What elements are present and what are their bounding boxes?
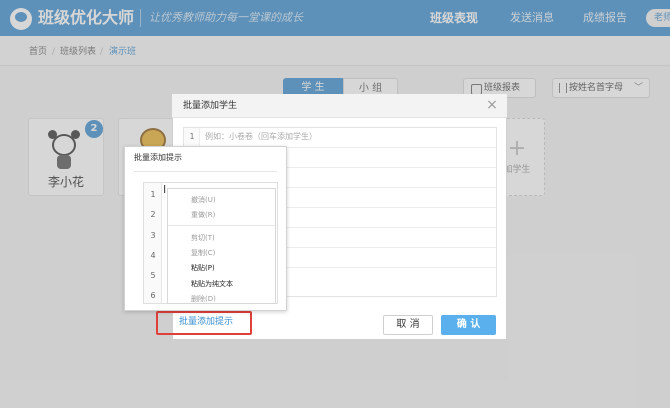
dialog-title: 批量添加学生 [183,101,238,111]
divider [134,171,277,172]
menu-item-paste[interactable]: 粘贴(P) [191,263,215,273]
line-number: 4 [150,251,156,260]
line-number: 1 [150,190,156,199]
menu-item-cut[interactable]: 剪切(T) [191,233,215,243]
line-number: 2 [150,210,156,219]
menu-item-redo[interactable]: 重做(R) [191,210,215,220]
line-number: 5 [150,271,156,280]
editor-placeholder: 例如：小卷卷（回车添加学生） [205,132,317,141]
cancel-button[interactable]: 取 消 [383,315,433,335]
line-number-gutter [144,183,162,303]
menu-item-copy[interactable]: 复制(C) [191,248,215,258]
menu-separator [168,225,275,226]
confirm-button[interactable]: 确 认 [441,315,496,335]
menu-item-undo[interactable]: 撤消(U) [191,195,216,205]
line-number: 1 [189,132,195,141]
hint-title: 批量添加提示 [134,153,182,162]
line-number: 6 [150,291,156,300]
batch-add-hint-link[interactable]: 批量添加提示 [179,316,233,328]
close-icon[interactable]: × [485,97,499,113]
line-number: 3 [150,231,156,240]
menu-item-paste-plain-text[interactable]: 粘贴为纯文本 [191,279,233,289]
text-cursor-icon: I [163,183,167,196]
menu-item-delete[interactable]: 删除(D) [191,294,216,303]
